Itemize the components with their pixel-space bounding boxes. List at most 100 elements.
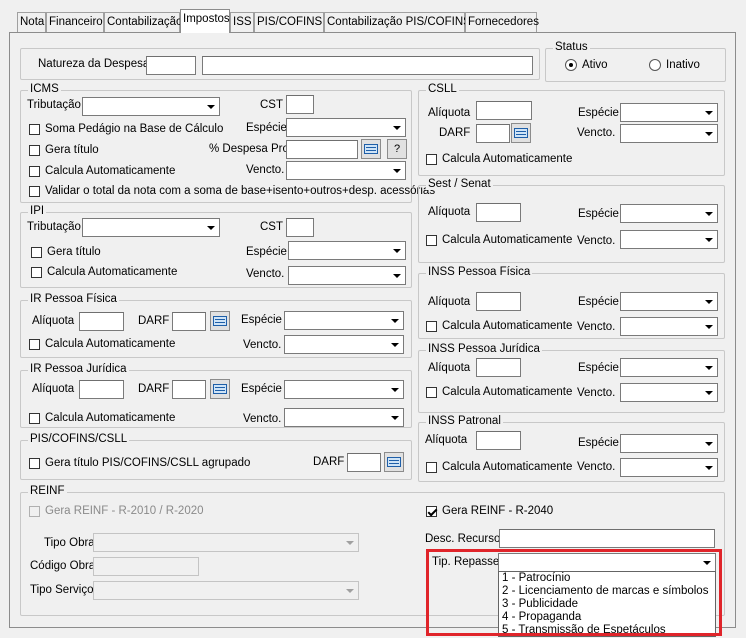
ipi-especie-select[interactable] <box>288 241 406 260</box>
reinf-codigo-obra-input[interactable] <box>93 557 199 576</box>
csll-darf-input[interactable] <box>476 124 510 143</box>
irpf-vencto-select[interactable] <box>284 335 404 354</box>
irpf-darf-input[interactable] <box>172 312 206 331</box>
reinf-tipo-obra-select[interactable] <box>93 533 359 552</box>
csll-aliquota-label: Alíquota <box>428 107 471 119</box>
ipi-tributacao-select[interactable] <box>82 218 220 237</box>
icms-especie-select[interactable] <box>286 118 406 137</box>
csll-calcula-checkbox[interactable] <box>426 154 437 165</box>
irpj-darf-input[interactable] <box>172 380 206 399</box>
icms-especie-label: Espécie <box>246 122 287 134</box>
icms-calculator-button[interactable] <box>361 139 381 159</box>
icms-soma-pedagio-checkbox[interactable] <box>29 124 40 135</box>
icms-title: ICMS <box>28 83 61 95</box>
tab-impostos[interactable]: Impostos <box>180 9 230 33</box>
chevron-down-icon <box>701 435 717 452</box>
irpj-especie-select[interactable] <box>284 380 404 399</box>
inss-patronal-title: INSS Patronal <box>426 415 503 427</box>
inss-patronal-vencto-select[interactable] <box>620 458 718 477</box>
sest-aliquota-input[interactable] <box>476 203 521 222</box>
inss-pj-calcula-checkbox[interactable] <box>426 387 437 398</box>
irpj-title: IR Pessoa Jurídica <box>28 363 129 375</box>
tab-iss[interactable]: ISS <box>230 12 254 32</box>
status-ativo-radio[interactable] <box>565 59 577 71</box>
irpf-calculator-button[interactable] <box>210 311 230 331</box>
irpf-especie-select[interactable] <box>284 311 404 330</box>
inss-patronal-aliquota-label: Alíquota <box>425 434 468 446</box>
irpf-calcula-checkbox[interactable] <box>29 339 40 350</box>
irpf-darf-label: DARF <box>138 315 170 327</box>
calculator-icon <box>387 457 401 467</box>
chevron-down-icon <box>701 318 717 335</box>
ipi-gera-titulo-checkbox[interactable] <box>31 247 42 258</box>
tab-contabilizacao[interactable]: Contabilização <box>104 12 182 32</box>
inss-pj-vencto-label: Vencto. <box>577 387 616 399</box>
reinf-desc-recurso-input[interactable] <box>499 529 715 548</box>
csll-vencto-select[interactable] <box>620 124 718 143</box>
inss-pj-especie-label: Espécie <box>578 362 619 374</box>
ipi-calcula-checkbox[interactable] <box>31 267 42 278</box>
inss-pf-title: INSS Pessoa Física <box>426 266 533 278</box>
irpj-calculator-button[interactable] <box>210 379 230 399</box>
inss-pj-aliquota-input[interactable] <box>476 358 521 377</box>
icms-gera-titulo-checkbox[interactable] <box>29 145 40 156</box>
inss-pf-calcula-checkbox[interactable] <box>426 321 437 332</box>
icms-cst-label: CST <box>260 99 283 111</box>
sest-vencto-select[interactable] <box>620 230 718 249</box>
inss-pj-aliquota-label: Alíquota <box>428 362 471 374</box>
csll-calculator-button[interactable] <box>511 123 531 143</box>
tab-nota[interactable]: Nota <box>17 12 46 32</box>
irpj-calcula-checkbox[interactable] <box>29 413 40 424</box>
sest-title: Sest / Senat <box>426 178 493 190</box>
reinf-tipo-servico-select[interactable] <box>93 581 359 600</box>
inss-patronal-especie-select[interactable] <box>620 434 718 453</box>
csll-aliquota-input[interactable] <box>476 101 532 120</box>
inss-patronal-aliquota-input[interactable] <box>476 431 521 450</box>
piscofins-calculator-button[interactable] <box>384 452 404 472</box>
irpj-vencto-select[interactable] <box>284 408 404 427</box>
inss-pf-especie-select[interactable] <box>620 292 718 311</box>
natureza-code-input[interactable] <box>146 56 196 75</box>
natureza-desc-input[interactable] <box>202 56 533 75</box>
tab-contabilizacao-pis-cofins[interactable]: Contabilização PIS/COFINS <box>324 12 471 32</box>
inss-pf-aliquota-label: Alíquota <box>428 296 471 308</box>
inss-pj-especie-select[interactable] <box>620 358 718 377</box>
ipi-vencto-select[interactable] <box>288 266 406 285</box>
piscofins-gera-checkbox[interactable] <box>29 458 40 469</box>
icms-help-button[interactable]: ? <box>387 139 407 159</box>
csll-especie-select[interactable] <box>620 103 718 122</box>
icms-cst-input[interactable] <box>286 95 314 114</box>
sest-especie-select[interactable] <box>620 204 718 223</box>
inss-patronal-especie-label: Espécie <box>578 437 619 449</box>
icms-despesa-input[interactable] <box>286 140 358 159</box>
irpj-aliquota-input[interactable] <box>79 380 124 399</box>
inss-pj-vencto-select[interactable] <box>620 383 718 402</box>
icms-calcula-label: Calcula Automaticamente <box>45 165 176 177</box>
sest-aliquota-label: Alíquota <box>428 206 471 218</box>
icms-tributacao-select[interactable] <box>82 97 220 116</box>
inss-pf-calcula-label: Calcula Automaticamente <box>442 320 573 332</box>
tab-pis-cofins[interactable]: PIS/COFINS <box>254 12 324 32</box>
sest-calcula-checkbox[interactable] <box>426 235 437 246</box>
status-inativo-radio[interactable] <box>649 59 661 71</box>
icms-validar-checkbox[interactable] <box>29 186 40 197</box>
inss-pf-especie-label: Espécie <box>578 296 619 308</box>
piscofins-gera-label: Gera título PIS/COFINS/CSLL agrupado <box>45 457 251 469</box>
csll-vencto-label: Vencto. <box>577 127 616 139</box>
inss-pf-vencto-select[interactable] <box>620 317 718 336</box>
irpf-aliquota-input[interactable] <box>79 312 124 331</box>
piscofins-darf-input[interactable] <box>347 453 381 472</box>
icms-calcula-checkbox[interactable] <box>29 166 40 177</box>
ipi-cst-input[interactable] <box>286 218 314 237</box>
chevron-down-icon <box>389 267 405 284</box>
inss-pf-aliquota-input[interactable] <box>476 292 521 311</box>
piscofins-title: PIS/COFINS/CSLL <box>28 433 130 445</box>
reinf-2040-checkbox[interactable] <box>426 506 437 517</box>
irpf-vencto-label: Vencto. <box>243 339 282 351</box>
chevron-down-icon <box>387 381 403 398</box>
reinf-2010-checkbox[interactable] <box>29 506 40 517</box>
tab-financeiro[interactable]: Financeiro <box>46 12 104 32</box>
icms-vencto-select[interactable] <box>286 161 406 180</box>
tab-fornecedores[interactable]: Fornecedores <box>465 12 539 32</box>
inss-patronal-calcula-checkbox[interactable] <box>426 462 437 473</box>
